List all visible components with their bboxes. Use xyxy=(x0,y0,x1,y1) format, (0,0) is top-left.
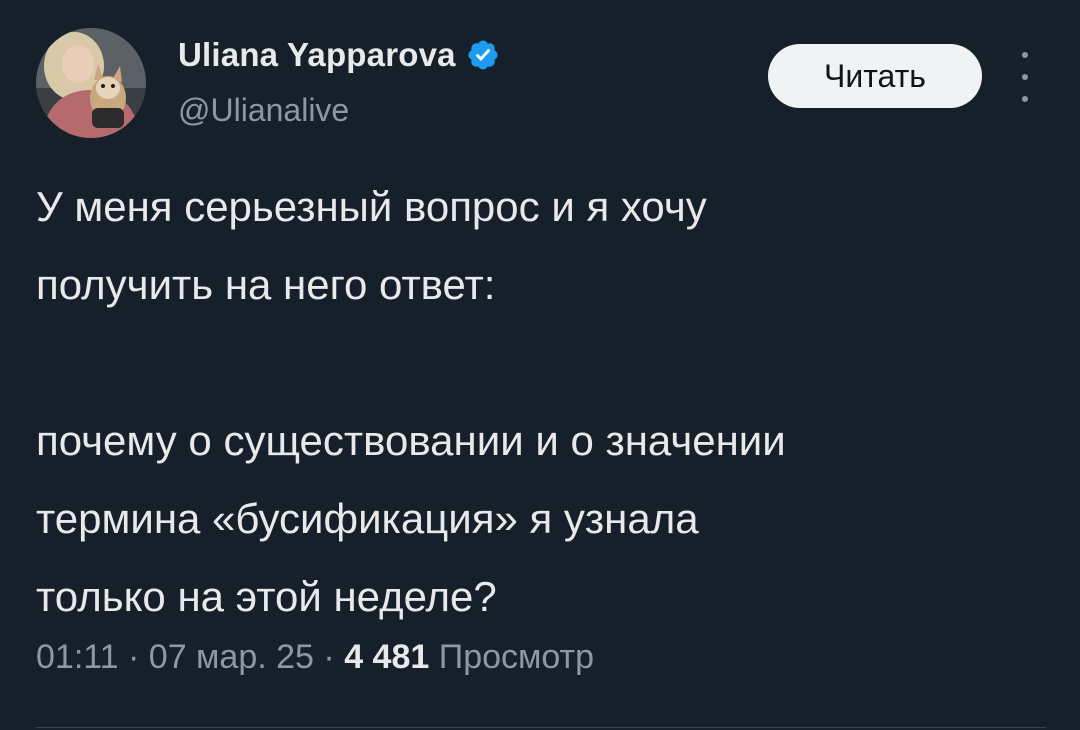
tweet-line: только на этой неделе? xyxy=(36,573,497,620)
tweet-line: получить на него ответ: xyxy=(36,261,496,308)
tweet-card: Uliana Yapparova @Ulianalive Читать У ме… xyxy=(0,0,1080,730)
more-vertical-icon[interactable] xyxy=(1010,52,1040,102)
tweet-date[interactable]: 07 мар. 25 xyxy=(149,638,314,676)
tweet-line: почему о существовании и о значении xyxy=(36,417,786,464)
meta-separator: · xyxy=(128,638,140,676)
more-dot xyxy=(1022,52,1028,58)
divider xyxy=(36,727,1046,728)
tweet-line: У меня серьезный вопрос и я хочу xyxy=(36,183,707,230)
follow-button[interactable]: Читать xyxy=(768,44,982,108)
tweet-line: термина «бусификация» я узнала xyxy=(36,495,699,542)
author-handle[interactable]: @Ulianalive xyxy=(178,92,349,129)
meta-separator: · xyxy=(323,638,335,676)
tweet-time[interactable]: 01:11 xyxy=(36,638,119,676)
tweet-text: У меня серьезный вопрос и я хочу получит… xyxy=(36,168,1036,636)
more-dot xyxy=(1022,74,1028,80)
more-dot xyxy=(1022,96,1028,102)
author-display-name[interactable]: Uliana Yapparova xyxy=(178,36,456,74)
tweet-meta: 01:11 · 07 мар. 25 · 4 481 Просмотр xyxy=(36,638,594,677)
verified-badge-icon xyxy=(468,40,498,70)
author-avatar[interactable] xyxy=(36,28,146,138)
views-label: Просмотр xyxy=(438,638,595,676)
views-count: 4 481 xyxy=(344,638,430,676)
avatar-photo-icon xyxy=(36,28,146,138)
author-name-row: Uliana Yapparova xyxy=(178,36,500,74)
